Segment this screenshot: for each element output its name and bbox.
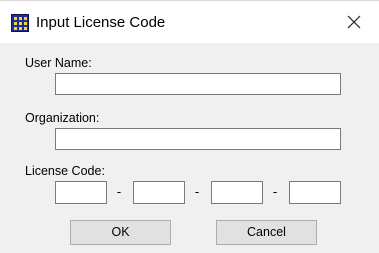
license-dialog: Input License Code User Name: Organizati… [0, 0, 379, 253]
license-code-segment-4[interactable] [289, 181, 341, 204]
license-code-separator-1: - [116, 184, 122, 199]
window-title: Input License Code [36, 14, 166, 31]
organization-label: Organization: [25, 111, 100, 125]
close-button[interactable] [333, 1, 379, 43]
license-code-separator-3: - [272, 184, 278, 199]
organization-input[interactable] [55, 128, 341, 150]
license-app-icon [11, 14, 29, 32]
title-bar[interactable]: Input License Code [0, 1, 379, 43]
close-icon [347, 15, 361, 29]
cancel-button[interactable]: Cancel [216, 220, 317, 245]
license-code-segment-2[interactable] [133, 181, 185, 204]
license-code-segment-3[interactable] [211, 181, 263, 204]
license-code-segment-1[interactable] [55, 181, 107, 204]
license-code-separator-2: - [194, 184, 200, 199]
license-code-label: License Code: [25, 164, 105, 178]
ok-button[interactable]: OK [70, 220, 171, 245]
user-name-input[interactable] [55, 73, 341, 95]
user-name-label: User Name: [25, 56, 92, 70]
